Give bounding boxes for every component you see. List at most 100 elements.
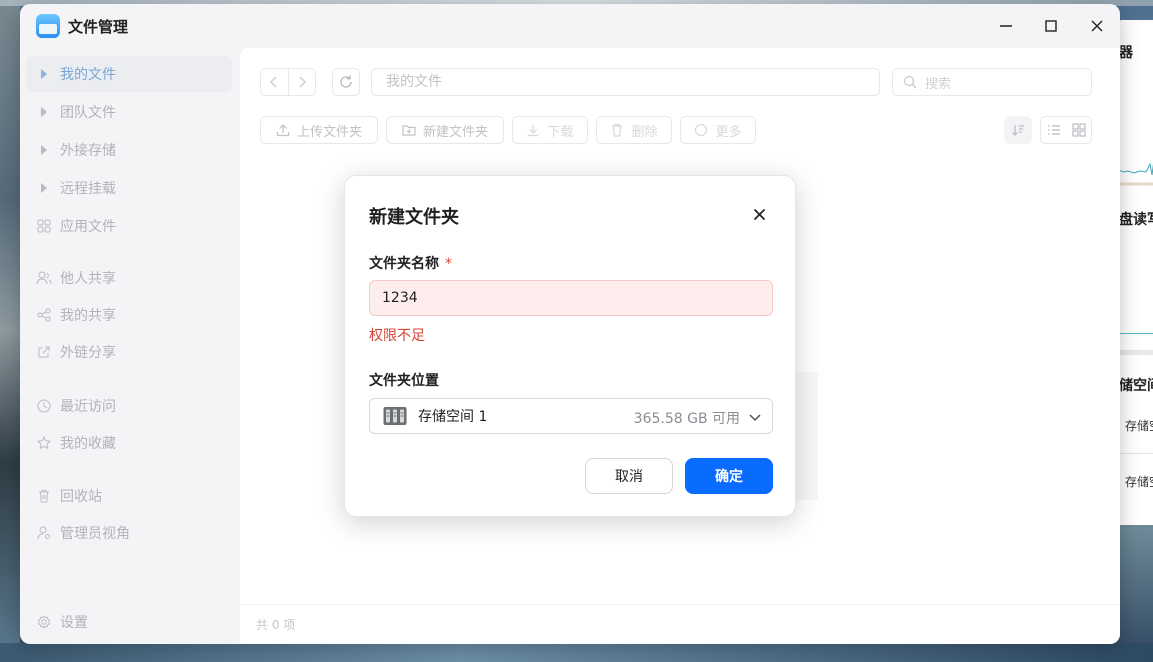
sidebar-item-label: 外接存储 bbox=[60, 143, 116, 159]
caret-right-icon bbox=[36, 104, 52, 120]
sort-icon bbox=[1012, 125, 1024, 136]
sidebar: 我的文件 团队文件 外接存储 远程挂载 应用文件 他人共享 我的共享 外链分享 … bbox=[20, 48, 240, 644]
new-folder-label: 新建文件夹 bbox=[422, 124, 488, 140]
sidebar-item-link-shares[interactable]: 外链分享 bbox=[26, 334, 232, 370]
folder-name-input[interactable] bbox=[369, 280, 773, 316]
refresh-icon bbox=[340, 75, 352, 88]
trash-icon bbox=[36, 488, 52, 504]
window-title: 文件管理 bbox=[68, 18, 129, 36]
external-link-icon bbox=[36, 344, 52, 360]
more-icon bbox=[694, 123, 708, 137]
folder-location-label: 文件夹位置 bbox=[369, 373, 439, 389]
forward-button[interactable] bbox=[289, 69, 316, 95]
caret-right-icon bbox=[36, 180, 52, 196]
sidebar-item-favorites[interactable]: 我的收藏 bbox=[26, 425, 232, 461]
sidebar-item-label: 回收站 bbox=[60, 489, 102, 505]
sidebar-item-label: 我的共享 bbox=[60, 308, 116, 324]
close-window-button[interactable] bbox=[1083, 12, 1111, 40]
background-window-text: 存储空 bbox=[1125, 475, 1153, 489]
admin-user-icon bbox=[36, 525, 52, 541]
sidebar-item-label: 设置 bbox=[60, 615, 88, 631]
caret-right-icon bbox=[36, 142, 52, 158]
upload-folder-button[interactable]: 上传文件夹 bbox=[260, 116, 378, 144]
star-icon bbox=[36, 435, 52, 451]
folder-name-label: 文件夹名称 * bbox=[369, 253, 452, 273]
required-mark: * bbox=[445, 256, 452, 272]
sidebar-item-label: 我的文件 bbox=[60, 67, 116, 83]
sidebar-item-settings[interactable]: 设置 bbox=[26, 604, 232, 640]
storage-disk-icon bbox=[383, 406, 407, 426]
background-window-text: 储空间 bbox=[1119, 378, 1153, 394]
confirm-button[interactable]: 确定 bbox=[685, 458, 773, 494]
gear-icon bbox=[36, 614, 52, 630]
minimize-button[interactable] bbox=[992, 12, 1020, 40]
back-button[interactable] bbox=[261, 69, 289, 95]
path-breadcrumb[interactable]: 我的文件 bbox=[371, 68, 880, 96]
cancel-button[interactable]: 取消 bbox=[585, 458, 673, 494]
upload-icon bbox=[276, 123, 290, 137]
sidebar-item-team-files[interactable]: 团队文件 bbox=[26, 94, 232, 130]
close-icon bbox=[753, 208, 765, 220]
sidebar-item-label: 团队文件 bbox=[60, 105, 116, 121]
search-placeholder: 搜索 bbox=[925, 76, 952, 92]
folder-name-label-text: 文件夹名称 bbox=[369, 256, 439, 272]
dialog-close-button[interactable] bbox=[747, 202, 771, 226]
sidebar-item-my-files[interactable]: 我的文件 bbox=[26, 56, 232, 92]
file-manager-app-icon bbox=[36, 14, 60, 38]
background-window-text: 盘读写 bbox=[1119, 212, 1153, 228]
background-window-divider bbox=[1118, 453, 1153, 454]
status-bar: 共 0 项 bbox=[240, 604, 1120, 644]
delete-button[interactable]: 删除 bbox=[596, 116, 672, 144]
folder-location-select[interactable]: 存储空间 1 365.58 GB 可用 bbox=[369, 398, 773, 434]
sort-button[interactable] bbox=[1004, 116, 1032, 144]
background-window-line bbox=[1118, 333, 1153, 334]
trash-icon bbox=[610, 123, 624, 137]
share-icon bbox=[36, 307, 52, 323]
clock-icon bbox=[36, 398, 52, 414]
maximize-icon bbox=[1045, 20, 1057, 32]
chevron-right-icon bbox=[299, 76, 306, 88]
chevron-left-icon bbox=[270, 76, 277, 88]
sidebar-item-app-files[interactable]: 应用文件 bbox=[26, 208, 232, 244]
download-button[interactable]: 下载 bbox=[512, 116, 588, 144]
new-folder-button[interactable]: 新建文件夹 bbox=[386, 116, 504, 144]
desktop-background-bottom bbox=[0, 643, 1153, 662]
background-window-text: 器 bbox=[1119, 45, 1133, 61]
storage-free-space: 365.58 GB 可用 bbox=[633, 411, 740, 427]
background-card bbox=[796, 372, 818, 500]
sidebar-item-label: 最近访问 bbox=[60, 399, 116, 415]
delete-label: 删除 bbox=[631, 124, 658, 140]
minimize-icon bbox=[1000, 25, 1012, 27]
sidebar-item-recent[interactable]: 最近访问 bbox=[26, 388, 232, 424]
more-label: 更多 bbox=[715, 124, 742, 140]
dialog-title: 新建文件夹 bbox=[369, 207, 459, 228]
users-icon bbox=[36, 270, 52, 286]
sidebar-item-admin-view[interactable]: 管理员视角 bbox=[26, 515, 232, 551]
more-button[interactable]: 更多 bbox=[680, 116, 756, 144]
sidebar-item-label: 远程挂载 bbox=[60, 181, 116, 197]
search-icon bbox=[903, 75, 917, 89]
caret-right-icon bbox=[36, 66, 52, 82]
sidebar-item-external-storage[interactable]: 外接存储 bbox=[26, 132, 232, 168]
chevron-down-icon bbox=[747, 409, 763, 425]
refresh-button[interactable] bbox=[332, 68, 360, 96]
view-mode-toggle bbox=[1040, 116, 1092, 144]
new-folder-dialog: 新建文件夹 文件夹名称 * 权限不足 文件夹位置 存储空间 1 365.58 GB… bbox=[344, 175, 796, 517]
storage-name: 存储空间 1 bbox=[418, 409, 488, 425]
background-window-divider bbox=[1118, 350, 1153, 355]
maximize-button[interactable] bbox=[1037, 12, 1065, 40]
download-icon bbox=[526, 123, 540, 137]
desktop-background-left bbox=[0, 0, 20, 662]
sidebar-item-label: 管理员视角 bbox=[60, 526, 130, 542]
list-view-button[interactable] bbox=[1041, 117, 1066, 143]
sidebar-item-shared-with-me[interactable]: 他人共享 bbox=[26, 260, 232, 296]
sidebar-item-my-shares[interactable]: 我的共享 bbox=[26, 297, 232, 333]
folder-plus-icon bbox=[402, 123, 416, 137]
history-nav bbox=[260, 68, 316, 96]
sidebar-item-recycle-bin[interactable]: 回收站 bbox=[26, 478, 232, 514]
list-icon bbox=[1047, 125, 1060, 135]
sidebar-item-remote-mount[interactable]: 远程挂载 bbox=[26, 170, 232, 206]
grid-view-button[interactable] bbox=[1066, 117, 1091, 143]
search-input[interactable]: 搜索 bbox=[892, 68, 1092, 96]
title-bar: 文件管理 bbox=[20, 4, 1120, 48]
